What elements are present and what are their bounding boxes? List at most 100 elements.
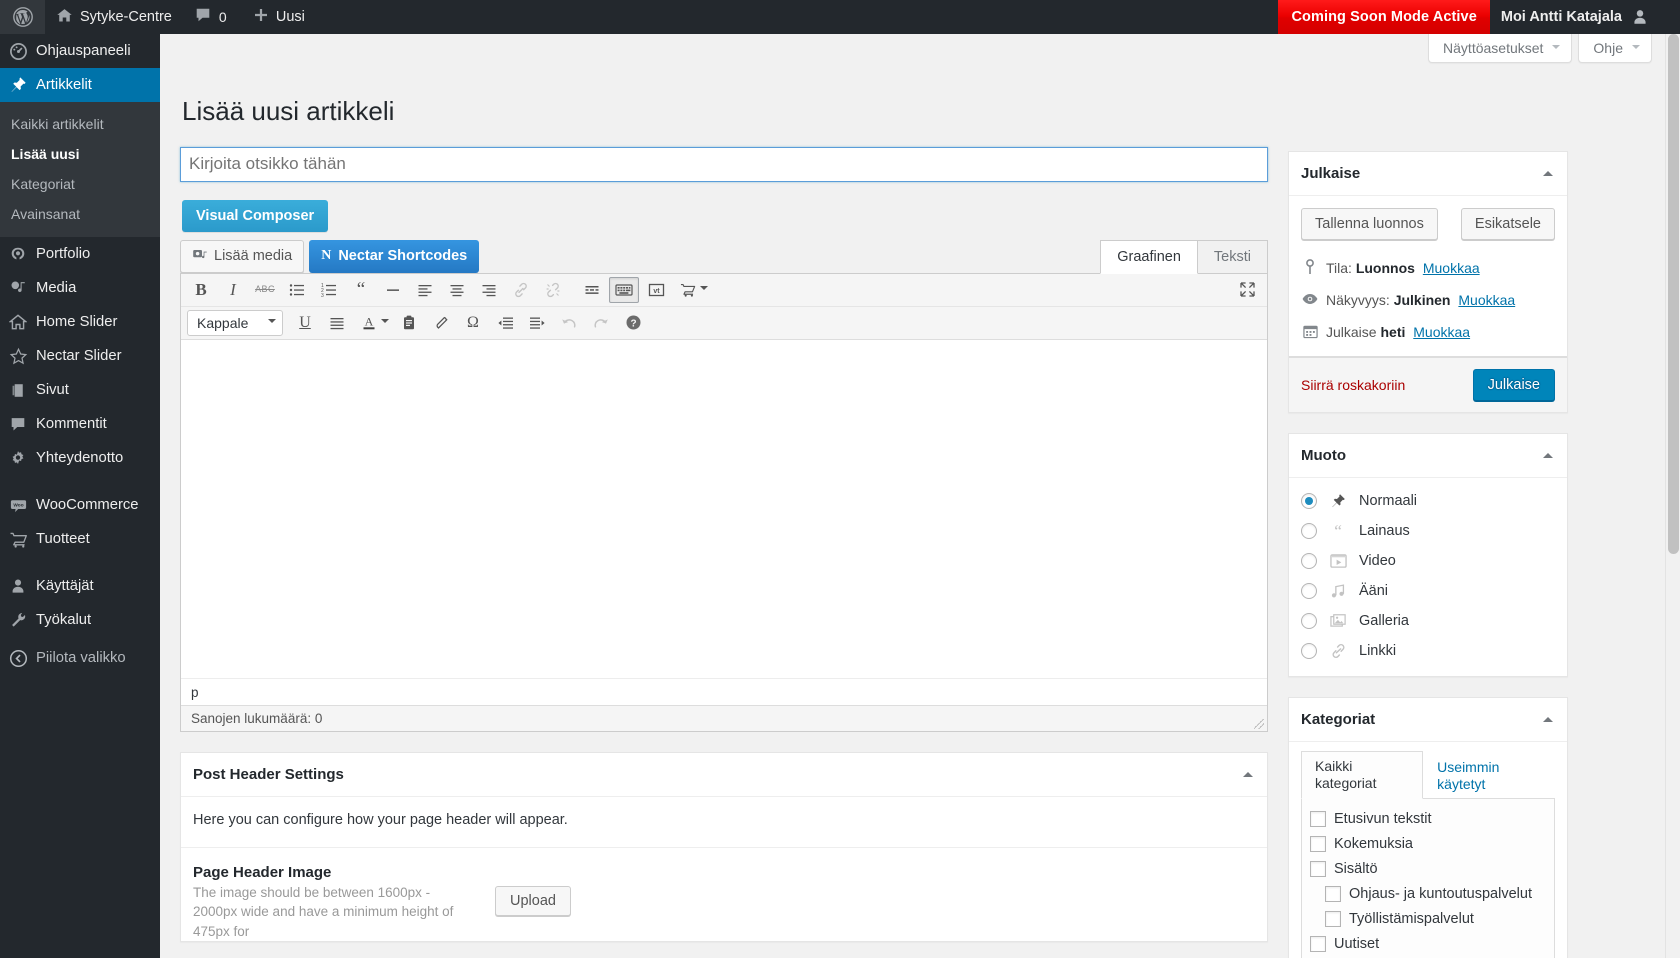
- blockquote-icon[interactable]: “: [346, 277, 376, 303]
- category-item[interactable]: Etusivun tekstit: [1308, 807, 1548, 832]
- sidebar-item-comments[interactable]: Kommentit: [0, 407, 160, 441]
- clear-formatting-icon[interactable]: [426, 310, 456, 336]
- sidebar-item-portfolio[interactable]: Portfolio: [0, 237, 160, 271]
- format-option-video[interactable]: Video: [1289, 546, 1567, 576]
- align-center-icon[interactable]: [442, 277, 472, 303]
- sidebar-item-contact[interactable]: Yhteydenotto: [0, 441, 160, 475]
- numbered-list-icon[interactable]: 123: [314, 277, 344, 303]
- insert-link-icon[interactable]: [506, 277, 536, 303]
- toggle-panel-button[interactable]: [1233, 759, 1263, 789]
- screen-options-toggle[interactable]: Näyttöasetukset: [1428, 34, 1573, 63]
- post-title-input[interactable]: [180, 146, 1268, 182]
- format-option-quote[interactable]: “ Lainaus: [1289, 516, 1567, 546]
- sidebar-item-woocommerce[interactable]: Woo WooCommerce: [0, 488, 160, 522]
- sidebar-item-dashboard[interactable]: Ohjauspaneeli: [0, 34, 160, 68]
- upload-button[interactable]: Upload: [495, 885, 571, 916]
- tab-most-used[interactable]: Useimmin käytetyt: [1423, 753, 1555, 799]
- chevron-down-icon[interactable]: [381, 318, 389, 327]
- chevron-down-icon[interactable]: [700, 285, 708, 294]
- horizontal-rule-icon[interactable]: [378, 277, 408, 303]
- category-item[interactable]: Uutiset: [1308, 932, 1548, 957]
- paste-as-text-icon[interactable]: [394, 310, 424, 336]
- account-menu[interactable]: Moi Antti Katajala: [1490, 0, 1665, 34]
- comments-bubble[interactable]: 0: [183, 0, 242, 34]
- bold-icon[interactable]: B: [186, 277, 216, 303]
- toggle-panel-button[interactable]: [1533, 704, 1563, 734]
- sidebar-item-home-slider[interactable]: Home Slider: [0, 305, 160, 339]
- checkbox[interactable]: [1310, 810, 1326, 827]
- edit-status-link[interactable]: Muokkaa: [1423, 260, 1480, 276]
- sidebar-item-all-posts[interactable]: Kaikki artikkelit: [0, 109, 160, 139]
- special-character-icon[interactable]: Ω: [458, 310, 488, 336]
- tab-visual[interactable]: Graafinen: [1100, 239, 1198, 274]
- radio-quote[interactable]: [1301, 522, 1317, 539]
- cart-icon[interactable]: [673, 277, 703, 303]
- scrollbar-thumb[interactable]: [1668, 34, 1679, 554]
- nectar-shortcodes-button[interactable]: N Nectar Shortcodes: [309, 239, 480, 273]
- radio-standard[interactable]: [1301, 492, 1317, 509]
- checkbox[interactable]: [1310, 860, 1326, 877]
- category-checklist[interactable]: Etusivun tekstit Kokemuksia Sisältö Ohja…: [1301, 797, 1555, 958]
- strikethrough-icon[interactable]: ABC: [250, 277, 280, 303]
- publish-box-title[interactable]: Julkaise: [1289, 152, 1567, 196]
- new-content-menu[interactable]: Uusi: [242, 0, 316, 34]
- format-option-audio[interactable]: Ääni: [1289, 576, 1567, 606]
- sidebar-item-pages[interactable]: Sivut: [0, 373, 160, 407]
- format-option-gallery[interactable]: Galleria: [1289, 606, 1567, 636]
- sidebar-item-media[interactable]: Media: [0, 271, 160, 305]
- publish-button[interactable]: Julkaise: [1472, 368, 1555, 401]
- move-to-trash-link[interactable]: Siirrä roskakoriin: [1301, 377, 1405, 393]
- post-content-editor[interactable]: [181, 339, 1267, 678]
- categories-box-title[interactable]: Kategoriat: [1289, 698, 1567, 742]
- outdent-icon[interactable]: [490, 310, 520, 336]
- toggle-panel-button[interactable]: [1533, 440, 1563, 470]
- post-format-title[interactable]: Muoto: [1289, 434, 1567, 478]
- toggle-panel-button[interactable]: [1533, 158, 1563, 188]
- editor-resize-handle[interactable]: [1252, 717, 1266, 731]
- save-draft-button[interactable]: Tallenna luonnos: [1301, 207, 1438, 240]
- wordpress-logo-icon[interactable]: [0, 0, 45, 34]
- redo-icon[interactable]: [586, 310, 616, 336]
- window-scrollbar[interactable]: [1665, 34, 1680, 958]
- checkbox[interactable]: [1325, 885, 1341, 902]
- text-color-icon[interactable]: A: [354, 310, 384, 336]
- edit-schedule-link[interactable]: Muokkaa: [1413, 324, 1470, 340]
- radio-audio[interactable]: [1301, 582, 1317, 599]
- italic-icon[interactable]: I: [218, 277, 248, 303]
- edit-visibility-link[interactable]: Muokkaa: [1458, 292, 1515, 308]
- radio-link[interactable]: [1301, 642, 1317, 659]
- visual-composer-button[interactable]: Visual Composer: [182, 199, 329, 232]
- align-left-icon[interactable]: [410, 277, 440, 303]
- category-item[interactable]: Työllistämispalvelut: [1308, 907, 1548, 932]
- format-option-link[interactable]: Linkki: [1289, 636, 1567, 666]
- format-option-standard[interactable]: Normaali: [1289, 486, 1567, 516]
- sidebar-item-products[interactable]: Tuotteet: [0, 522, 160, 556]
- sidebar-item-nectar-slider[interactable]: Nectar Slider: [0, 339, 160, 373]
- align-right-icon[interactable]: [474, 277, 504, 303]
- justify-icon[interactable]: [322, 310, 352, 336]
- checkbox[interactable]: [1310, 835, 1326, 852]
- site-name-menu[interactable]: Sytyke-Centre: [45, 0, 183, 34]
- post-header-settings-title[interactable]: Post Header Settings: [181, 753, 1267, 797]
- unlink-icon[interactable]: [538, 277, 568, 303]
- preview-button[interactable]: Esikatsele: [1460, 207, 1555, 240]
- checkbox[interactable]: [1325, 910, 1341, 927]
- paragraph-format-select[interactable]: Kappale: [187, 309, 283, 336]
- tab-text[interactable]: Teksti: [1196, 239, 1268, 274]
- sidebar-item-categories[interactable]: Kategoriat: [0, 169, 160, 199]
- visual-composer-vt-icon[interactable]: vt: [641, 277, 671, 303]
- sidebar-item-tags[interactable]: Avainsanat: [0, 199, 160, 229]
- sidebar-item-add-new[interactable]: Lisää uusi: [0, 139, 160, 169]
- radio-video[interactable]: [1301, 552, 1317, 569]
- keyboard-shortcuts-help-icon[interactable]: ?: [618, 310, 648, 336]
- undo-icon[interactable]: [554, 310, 584, 336]
- fullscreen-icon[interactable]: [1232, 277, 1262, 303]
- checkbox[interactable]: [1310, 935, 1326, 952]
- sidebar-item-tools[interactable]: Työkalut: [0, 603, 160, 637]
- radio-gallery[interactable]: [1301, 612, 1317, 629]
- underline-icon[interactable]: U: [290, 310, 320, 336]
- indent-icon[interactable]: [522, 310, 552, 336]
- category-item[interactable]: Ohjaus- ja kuntoutuspalvelut: [1308, 882, 1548, 907]
- bullet-list-icon[interactable]: [282, 277, 312, 303]
- sidebar-item-users[interactable]: Käyttäjät: [0, 569, 160, 603]
